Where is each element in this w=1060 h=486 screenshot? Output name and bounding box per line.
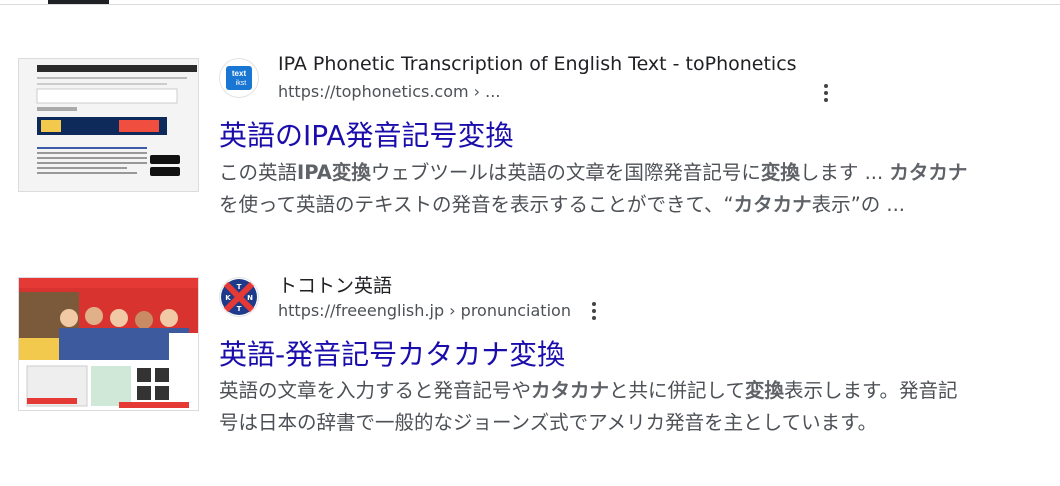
favicon-letter-bottom: T <box>237 305 242 313</box>
snippet-text: 英語の文章を入力すると発音記号や <box>219 379 532 402</box>
more-options-icon[interactable] <box>584 299 604 323</box>
tokoton-logo-icon: T K N T <box>221 279 257 315</box>
snippet-text: 号は日本の辞書で一般的なジョーンズ式でアメリカ発音を主としています。 <box>219 411 878 434</box>
snippet-line-2: 号は日本の辞書で一般的なジョーンズ式でアメリカ発音を主としています。 <box>219 407 1019 439</box>
result-snippet: 英語の文章を入力すると発音記号やカタカナと共に併記して変換表示します。発音記 号… <box>219 375 1019 439</box>
favicon-letter-top: T <box>237 283 242 291</box>
result-title-link[interactable]: 英語-発音記号カタカナ変換 <box>219 333 565 373</box>
result-thumbnail[interactable] <box>18 277 199 411</box>
search-result: T K N T トコトン英語 https://freeenglish.jp › … <box>0 0 1060 434</box>
site-name[interactable]: トコトン英語 <box>278 271 392 298</box>
site-url[interactable]: https://freeenglish.jp › pronunciation <box>278 301 571 320</box>
snippet-highlight: 変換 <box>744 379 784 402</box>
website-screenshot-students-thumbnail <box>19 278 198 410</box>
snippet-text: と共に併記して <box>609 379 745 402</box>
snippet-highlight: カタカナ <box>531 379 610 402</box>
favicon-letter-left: K <box>225 294 231 302</box>
snippet-line-1: 英語の文章を入力すると発音記号やカタカナと共に併記して変換表示します。発音記 <box>219 375 1019 407</box>
favicon-letter-right: N <box>247 294 253 302</box>
site-favicon: T K N T <box>219 277 259 317</box>
snippet-text: 表示します。発音記 <box>783 379 958 402</box>
